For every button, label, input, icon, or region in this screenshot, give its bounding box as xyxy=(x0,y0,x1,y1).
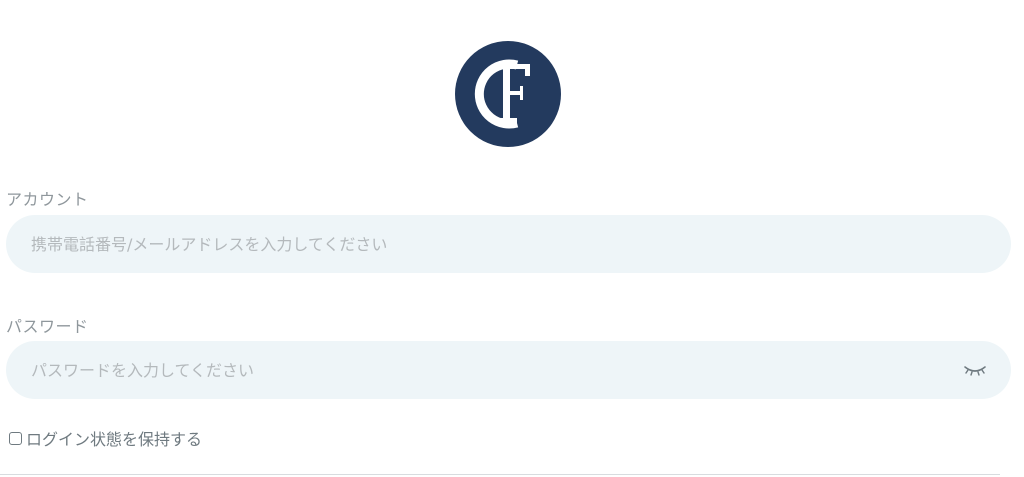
remember-login-toggle[interactable]: ログイン状態を保持する xyxy=(9,426,202,450)
remember-login-checkbox[interactable] xyxy=(9,431,22,445)
divider xyxy=(0,474,1000,475)
cf-logo xyxy=(455,41,561,147)
eye-closed-icon[interactable] xyxy=(963,361,987,379)
account-input[interactable] xyxy=(6,215,1011,273)
login-page: アカウント パスワード ログイン状態を保持する xyxy=(0,0,1024,477)
password-field-wrapper xyxy=(6,341,1011,399)
password-input[interactable] xyxy=(6,341,1011,399)
password-label: パスワード xyxy=(6,317,89,336)
remember-login-label: ログイン状態を保持する xyxy=(26,430,203,449)
account-label: アカウント xyxy=(6,190,89,209)
account-field-wrapper xyxy=(6,215,1011,273)
cf-monogram-logo-icon xyxy=(455,41,561,147)
